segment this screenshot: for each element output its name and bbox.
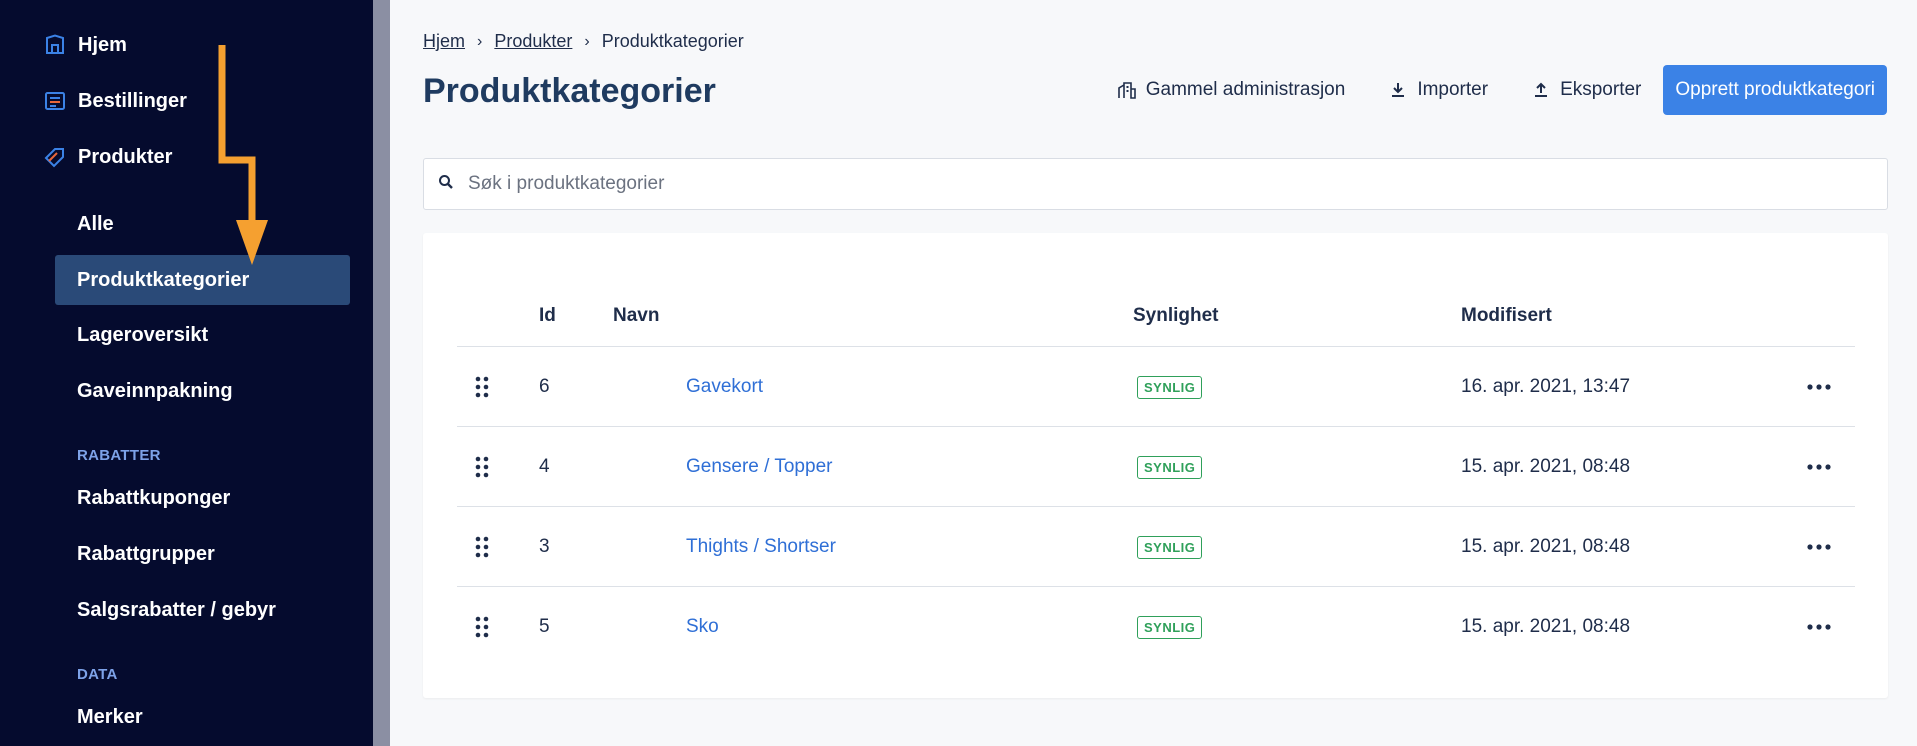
download-icon <box>1389 81 1407 99</box>
row-id: 3 <box>539 536 550 557</box>
table-row: 5 Sko SYNLIG 15. apr. 2021, 08:48 <box>457 587 1855 667</box>
drag-handle-icon[interactable] <box>475 587 489 667</box>
sidebar-item-alle[interactable]: Alle <box>55 199 350 249</box>
search-bar <box>423 158 1888 210</box>
row-name-link[interactable]: Sko <box>686 587 719 667</box>
export-label: Eksporter <box>1560 79 1642 100</box>
table-header: Id Navn Synlighet Modifisert <box>457 293 1855 347</box>
categories-table: Id Navn Synlighet Modifisert 6 Gavekort … <box>423 233 1888 698</box>
sidebar-item-label: Rabattkuponger <box>77 486 231 509</box>
status-badge: SYNLIG <box>1137 535 1203 559</box>
chevron-right-icon: › <box>584 32 590 50</box>
more-options-icon[interactable] <box>1807 587 1831 667</box>
sidebar-item-label: Produkter <box>78 145 173 168</box>
search-icon <box>438 174 454 195</box>
more-options-icon[interactable] <box>1807 347 1831 427</box>
status-badge: SYNLIG <box>1137 455 1203 479</box>
legacy-admin-button[interactable]: Gammel administrasjon <box>1096 65 1368 115</box>
sidebar-item-label: Gaveinnpakning <box>77 379 233 402</box>
breadcrumb-hjem[interactable]: Hjem <box>423 31 465 52</box>
table-row: 6 Gavekort SYNLIG 16. apr. 2021, 13:47 <box>457 347 1855 427</box>
sidebar-item-rabattkuponger[interactable]: Rabattkuponger <box>55 473 350 523</box>
sidebar-item-bestillinger[interactable]: Bestillinger <box>44 83 187 119</box>
visibility-cell: SYNLIG <box>1137 347 1203 427</box>
sidebar-item-lageroversikt[interactable]: Lageroversikt <box>55 310 350 360</box>
sidebar-item-label: Merker <box>77 705 143 728</box>
tag-icon <box>44 146 66 168</box>
sidebar-item-hjem[interactable]: Hjem <box>44 27 127 63</box>
sidebar-item-label: Lageroversikt <box>77 323 209 346</box>
row-name-link[interactable]: Gavekort <box>686 347 763 427</box>
section-title-rabatter: RABATTER <box>77 447 161 464</box>
row-modified: 15. apr. 2021, 08:48 <box>1461 616 1631 637</box>
home-icon <box>44 34 66 56</box>
column-header-name: Navn <box>613 305 660 326</box>
breadcrumb-produkter[interactable]: Produkter <box>494 31 572 52</box>
upload-icon <box>1532 81 1550 99</box>
more-options-icon[interactable] <box>1807 507 1831 587</box>
sidebar-item-rabattgrupper[interactable]: Rabattgrupper <box>55 529 350 579</box>
sidebar-item-label: Bestillinger <box>78 89 187 112</box>
search-input[interactable] <box>468 173 1887 195</box>
visibility-cell: SYNLIG <box>1137 587 1203 667</box>
export-button[interactable]: Eksporter <box>1510 65 1663 115</box>
sidebar-item-label: Salgsrabatter / gebyr <box>77 598 276 621</box>
row-modified: 15. apr. 2021, 08:48 <box>1461 456 1631 477</box>
sidebar-item-produktkategorier[interactable]: Produktkategorier <box>55 255 350 305</box>
sidebar: Hjem Bestillinger Produkter Alle Produkt… <box>0 0 373 746</box>
orders-icon <box>44 90 66 112</box>
chevron-right-icon: › <box>477 32 483 50</box>
breadcrumb-current: Produktkategorier <box>601 31 744 51</box>
column-header-id: Id <box>539 305 556 326</box>
sidebar-item-label: Alle <box>77 212 114 235</box>
row-name-link[interactable]: Gensere / Topper <box>686 427 832 507</box>
table-row: 4 Gensere / Topper SYNLIG 15. apr. 2021,… <box>457 427 1855 507</box>
drag-handle-icon[interactable] <box>475 347 489 427</box>
visibility-cell: SYNLIG <box>1137 507 1203 587</box>
sidebar-item-salgsrabatter[interactable]: Salgsrabatter / gebyr <box>55 585 350 635</box>
breadcrumb: Hjem › Produkter › Produktkategorier <box>423 31 744 52</box>
table-row: 3 Thights / Shortser SYNLIG 15. apr. 202… <box>457 507 1855 587</box>
sidebar-item-label: Hjem <box>78 33 127 56</box>
sidebar-item-label: Produktkategorier <box>77 268 250 291</box>
section-title-data: DATA <box>77 666 118 683</box>
sidebar-item-produkter[interactable]: Produkter <box>44 139 172 175</box>
toolbar: Gammel administrasjon Importer Eksporter… <box>1096 65 1887 115</box>
more-options-icon[interactable] <box>1807 427 1831 507</box>
sidebar-item-label: Rabattgrupper <box>77 542 215 565</box>
row-id: 5 <box>539 616 550 637</box>
row-id: 6 <box>539 376 550 397</box>
row-name-link[interactable]: Thights / Shortser <box>686 507 836 587</box>
row-modified: 16. apr. 2021, 13:47 <box>1461 376 1631 397</box>
visibility-cell: SYNLIG <box>1137 427 1203 507</box>
sidebar-item-gaveinnpakning[interactable]: Gaveinnpakning <box>55 366 350 416</box>
sidebar-divider <box>373 0 390 746</box>
row-modified: 15. apr. 2021, 08:48 <box>1461 536 1631 557</box>
import-label: Importer <box>1417 79 1489 100</box>
drag-handle-icon[interactable] <box>475 427 489 507</box>
sidebar-item-merker[interactable]: Merker <box>55 692 350 742</box>
create-category-button[interactable]: Opprett produktkategori <box>1663 65 1887 115</box>
page-title: Produktkategorier <box>423 72 716 110</box>
drag-handle-icon[interactable] <box>475 507 489 587</box>
status-badge: SYNLIG <box>1137 375 1203 399</box>
status-badge: SYNLIG <box>1137 615 1203 639</box>
building-icon <box>1117 81 1136 99</box>
row-id: 4 <box>539 456 550 477</box>
column-header-modified: Modifisert <box>1461 305 1552 326</box>
column-header-visibility: Synlighet <box>1133 305 1219 326</box>
import-button[interactable]: Importer <box>1367 65 1510 115</box>
legacy-admin-label: Gammel administrasjon <box>1145 79 1346 100</box>
